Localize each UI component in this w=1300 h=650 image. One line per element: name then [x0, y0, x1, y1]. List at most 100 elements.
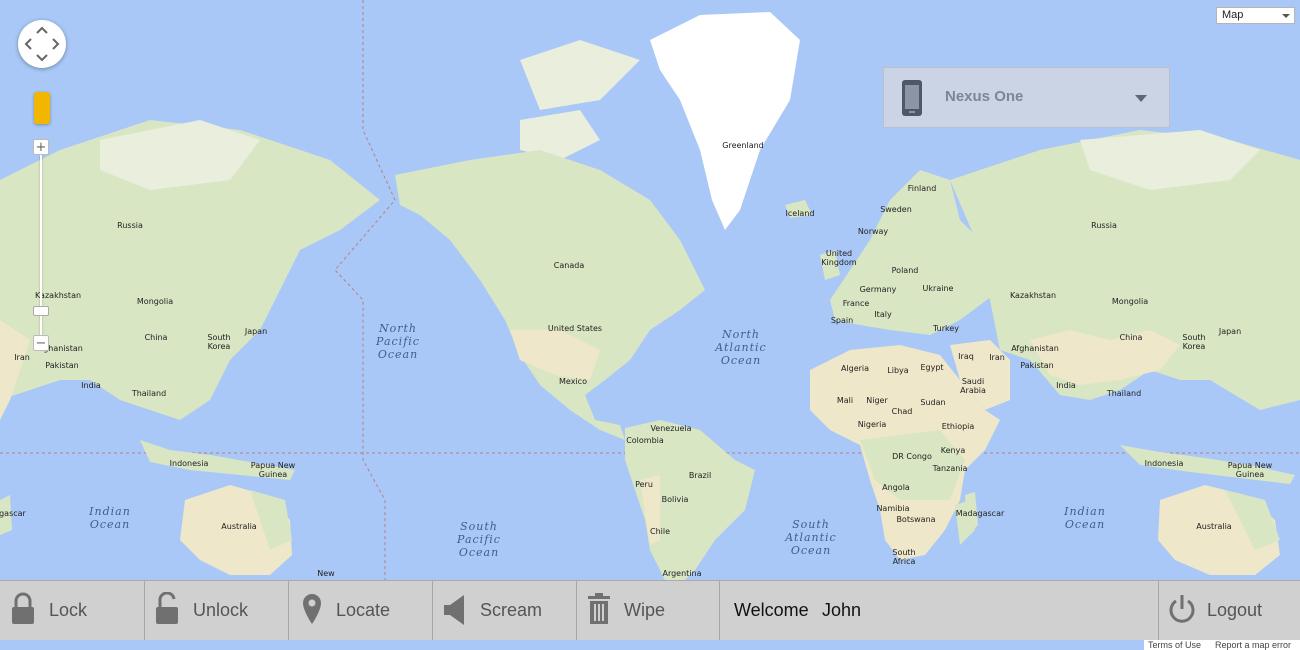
- pan-arrows-icon[interactable]: [18, 20, 66, 68]
- country-label: Italy: [874, 310, 892, 319]
- action-toolbar: Lock Unlock Locate Scream Wipe Welcome J…: [0, 580, 1300, 640]
- country-label: India: [81, 381, 101, 390]
- country-label: Iran: [989, 353, 1005, 362]
- country-label: South Africa: [892, 548, 916, 566]
- ocean-label: North Atlantic Ocean: [715, 328, 767, 368]
- country-label: Angola: [882, 483, 910, 492]
- phone-icon: [902, 80, 922, 116]
- pan-control[interactable]: [18, 20, 66, 68]
- ocean-label: South Pacific Ocean: [457, 520, 501, 560]
- terms-link[interactable]: Terms of Use: [1144, 640, 1216, 650]
- location-pin-icon: [303, 594, 321, 624]
- country-label: Afghanistan: [1011, 344, 1059, 353]
- country-label: Tanzania: [932, 464, 968, 473]
- country-label: Norway: [857, 227, 889, 236]
- country-label: Japan: [1218, 327, 1242, 336]
- country-label: Turkey: [932, 324, 960, 333]
- zoom-out-button[interactable]: −: [33, 335, 49, 351]
- country-label: Peru: [635, 480, 653, 489]
- lock-icon: [12, 592, 34, 624]
- scream-label: Scream: [480, 600, 543, 620]
- country-label: Russia: [1091, 221, 1117, 230]
- country-label: Papua New Guinea: [250, 461, 296, 479]
- scream-button[interactable]: Scream: [433, 581, 577, 640]
- country-label: Pakistan: [45, 361, 79, 370]
- country-label: agascar: [0, 509, 26, 518]
- locate-button[interactable]: Locate: [289, 581, 433, 640]
- user-name: John: [822, 600, 862, 620]
- unlock-icon: [156, 592, 178, 624]
- country-label: Algeria: [840, 364, 870, 373]
- country-label: Libya: [887, 366, 909, 375]
- country-label: Iran: [14, 353, 30, 362]
- country-label: Papua New Guinea: [1227, 461, 1273, 479]
- country-label: Ukraine: [922, 284, 954, 293]
- unlock-label: Unlock: [193, 600, 249, 620]
- country-label: Kazakhstan: [1009, 291, 1057, 300]
- ocean-label: North Pacific Ocean: [376, 322, 420, 362]
- country-label: Sweden: [880, 205, 912, 214]
- country-label: Mongolia: [136, 297, 174, 306]
- country-label: Niger: [866, 396, 888, 405]
- dropdown-arrow-icon: [1282, 14, 1290, 18]
- country-label: DR Congo: [892, 452, 932, 461]
- wipe-button[interactable]: Wipe: [577, 581, 720, 640]
- country-label: South Korea: [207, 333, 231, 351]
- country-label: Sudan: [920, 398, 946, 407]
- country-label: Canada: [553, 261, 585, 270]
- country-label: Ethiopia: [941, 422, 975, 431]
- wipe-label: Wipe: [624, 600, 666, 620]
- country-label: Brazil: [688, 471, 712, 480]
- country-label: Chad: [891, 407, 913, 416]
- country-label: Finland: [907, 184, 937, 193]
- country-label: Madagascar: [955, 509, 1005, 518]
- country-label: United Kingdom: [821, 249, 857, 267]
- report-map-error-link[interactable]: Report a map error: [1212, 640, 1300, 650]
- country-label: France: [842, 299, 870, 308]
- welcome-label: Welcome: [734, 600, 809, 620]
- map-type-label: Map: [1222, 9, 1244, 21]
- country-label: Saudi Arabia: [960, 377, 986, 395]
- country-label: Mongolia: [1111, 297, 1149, 306]
- logout-label: Logout: [1207, 600, 1263, 620]
- country-label: South Korea: [1182, 333, 1206, 351]
- country-label: Namibia: [876, 504, 910, 513]
- country-label: Indonesia: [1144, 459, 1184, 468]
- locate-label: Locate: [336, 600, 391, 620]
- country-label: Mexico: [559, 377, 587, 386]
- country-label: Venezuela: [650, 424, 692, 433]
- map-type-select[interactable]: Map: [1216, 7, 1295, 24]
- country-label: Thailand: [131, 389, 167, 398]
- power-icon: [1169, 595, 1195, 623]
- country-label: Poland: [891, 266, 919, 275]
- country-label: New: [317, 569, 335, 578]
- country-label: Australia: [221, 522, 257, 531]
- country-label: Greenland: [722, 141, 764, 150]
- ocean-label: Indian Ocean: [1064, 505, 1106, 532]
- country-label: China: [144, 333, 168, 342]
- country-label: United States: [547, 324, 603, 333]
- country-label: Japan: [244, 327, 268, 336]
- country-label: Chile: [649, 527, 671, 536]
- country-label: Kenya: [940, 446, 966, 455]
- zoom-in-button[interactable]: +: [33, 139, 49, 155]
- lock-button[interactable]: Lock: [0, 581, 145, 640]
- country-label: Colombia: [626, 436, 664, 445]
- ocean-label: Indian Ocean: [89, 505, 131, 532]
- device-selector[interactable]: Nexus One: [883, 67, 1170, 128]
- country-label: Thailand: [1106, 389, 1142, 398]
- megaphone-icon: [444, 595, 464, 625]
- zoom-slider-handle[interactable]: [33, 306, 49, 316]
- country-label: Germany: [859, 285, 897, 294]
- country-label: Egypt: [920, 363, 944, 372]
- country-label: India: [1056, 381, 1076, 390]
- street-view-pegman-icon[interactable]: [34, 92, 50, 124]
- device-name: Nexus One: [945, 88, 1024, 105]
- country-label: Russia: [117, 221, 143, 230]
- unlock-button[interactable]: Unlock: [145, 581, 289, 640]
- country-label: Pakistan: [1020, 361, 1054, 370]
- country-label: Spain: [830, 316, 854, 325]
- logout-button[interactable]: Logout: [1159, 581, 1300, 640]
- welcome-area: Welcome John: [720, 581, 1159, 640]
- zoom-slider-track[interactable]: [40, 152, 42, 350]
